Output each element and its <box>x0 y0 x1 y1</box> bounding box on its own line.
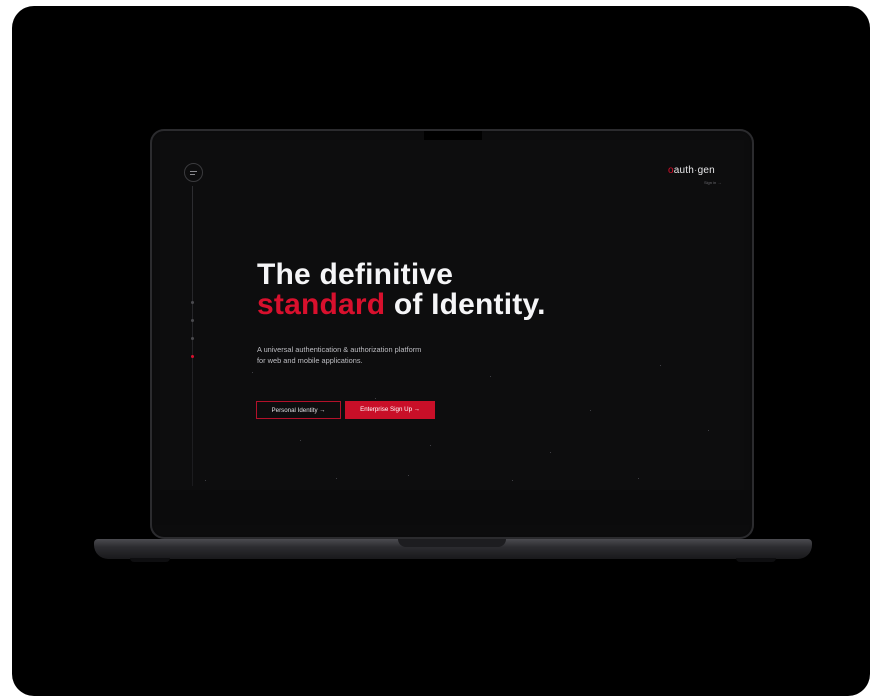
headline-accent: standard <box>257 288 386 321</box>
page-title: The definitive standard of Identity. <box>257 260 546 320</box>
nav-rail-dot[interactable] <box>191 319 194 322</box>
nav-rail-dot-active[interactable] <box>191 355 194 358</box>
particle <box>708 430 709 431</box>
particle <box>300 440 301 441</box>
particle <box>638 478 639 479</box>
nav-rail-dot[interactable] <box>191 337 194 340</box>
laptop-hinge-notch <box>398 539 506 547</box>
particle <box>408 475 409 476</box>
enterprise-signup-button[interactable]: Enterprise Sign Up → <box>345 401 435 419</box>
laptop-foot <box>130 558 170 562</box>
personal-identity-button[interactable]: Personal Identity → <box>256 401 341 419</box>
headline-line-2: standard of Identity. <box>257 290 546 320</box>
brand-suffix: gen <box>697 165 715 176</box>
brand-logo[interactable]: oauth·gen <box>668 165 715 176</box>
brand-auth: auth <box>673 165 695 176</box>
particle <box>512 480 513 481</box>
particle <box>660 365 661 366</box>
nav-rail <box>192 186 193 486</box>
subtitle-line-1: A universal authentication & authorizati… <box>257 345 422 354</box>
menu-icon <box>190 171 197 172</box>
menu-icon-line <box>190 174 195 175</box>
particle <box>550 452 551 453</box>
particle <box>205 480 206 481</box>
sign-in-link[interactable]: Sign in → <box>704 180 721 185</box>
particle <box>336 478 337 479</box>
particle <box>375 398 376 399</box>
headline-rest: of Identity. <box>385 288 546 321</box>
laptop-foot <box>736 558 776 562</box>
particle <box>252 372 253 373</box>
particle <box>490 376 491 377</box>
particle <box>430 445 431 446</box>
subtitle: A universal authentication & authorizati… <box>257 344 421 366</box>
subtitle-line-2: for web and mobile applications. <box>257 356 363 365</box>
headline-line-1: The definitive <box>257 258 454 291</box>
menu-button[interactable] <box>184 163 203 182</box>
particle <box>590 410 591 411</box>
nav-rail-dot[interactable] <box>191 301 194 304</box>
screen-bezel-bottom <box>152 490 752 525</box>
